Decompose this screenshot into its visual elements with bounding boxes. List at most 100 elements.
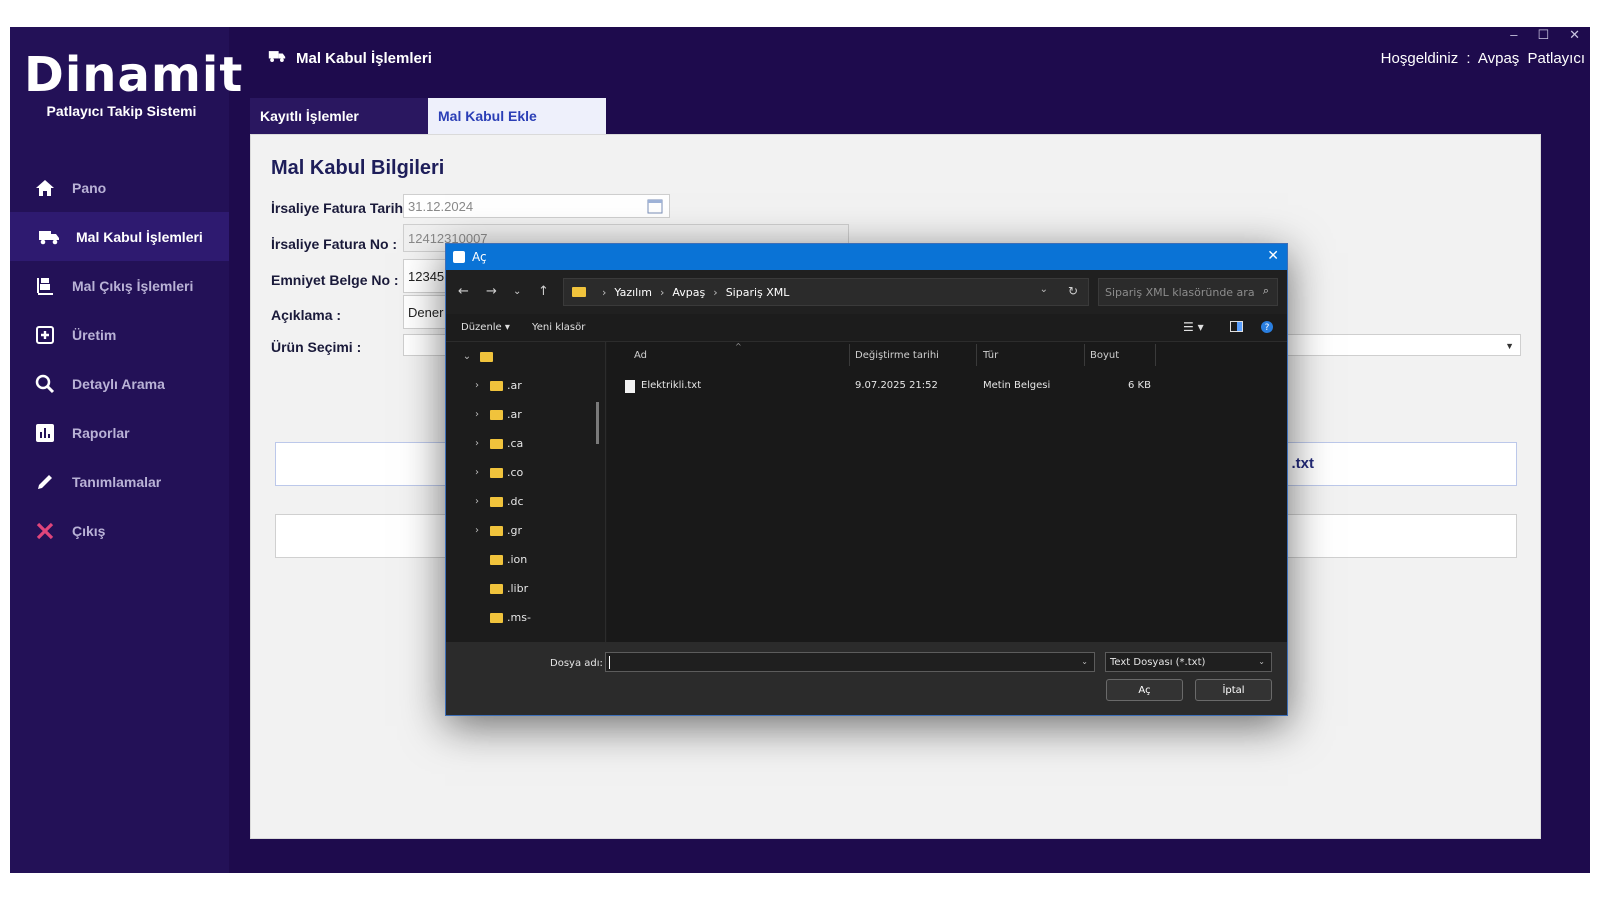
column-name[interactable]: Ad (634, 350, 647, 370)
calendar-icon[interactable] (647, 198, 663, 217)
plus-square-icon (34, 324, 56, 346)
logo-subtitle: Patlayıcı Takip Sistemi (46, 103, 197, 119)
file-type-filter[interactable]: Text Dosyası (*.txt) ⌄ (1105, 652, 1272, 672)
maximize-button[interactable]: ☐ (1537, 27, 1549, 43)
breadcrumb-item[interactable]: Yazılım (614, 286, 652, 299)
chevron-right-icon: › (713, 285, 718, 299)
chevron-right-icon: › (475, 380, 479, 391)
sidebar-item-cikis[interactable]: Çıkış (10, 506, 229, 555)
view-list-icon[interactable]: ☰ ▾ (1183, 320, 1204, 334)
sidebar-item-detayli-arama[interactable]: Detaylı Arama (10, 359, 229, 408)
forward-arrow-icon[interactable]: → (486, 284, 497, 299)
security-doc-value: 12345 (408, 268, 445, 284)
new-folder-button[interactable]: Yeni klasör (532, 322, 585, 333)
column-divider[interactable] (1084, 344, 1085, 366)
dialog-toolbar: Düzenle ▾ Yeni klasör ☰ ▾ ? (446, 314, 1287, 342)
folder-icon (490, 409, 503, 420)
tree-item[interactable]: › .ar (446, 371, 605, 400)
chevron-down-icon[interactable]: ⌄ (1081, 657, 1088, 666)
up-arrow-icon[interactable]: ↑ (538, 284, 549, 299)
column-modified[interactable]: Değiştirme tarihi (855, 350, 939, 370)
refresh-icon[interactable]: ↻ (1068, 284, 1078, 298)
breadcrumb-item[interactable]: Sipariş XML (726, 286, 790, 299)
sidebar-item-label: Tanımlamalar (72, 473, 162, 490)
invoice-label: İrsaliye Fatura No : (271, 236, 398, 252)
folder-icon (490, 467, 503, 478)
tree-item[interactable]: › .gr (446, 516, 605, 545)
folder-icon (490, 583, 503, 594)
chevron-right-icon: › (475, 467, 479, 478)
sidebar-item-label: Pano (72, 179, 107, 196)
date-value: 31.12.2024 (408, 198, 474, 214)
tree-item[interactable]: › .dc (446, 487, 605, 516)
tree-item[interactable]: › .co (446, 458, 605, 487)
address-bar[interactable]: › Yazılım › Avpaş › Sipariş XML ⌄ ↻ (563, 278, 1089, 306)
tree-root[interactable]: ⌄ (446, 342, 605, 371)
description-label: Açıklama : (271, 307, 342, 323)
pencil-icon (34, 471, 56, 493)
sidebar-item-label: Detaylı Arama (72, 375, 165, 392)
back-arrow-icon[interactable]: ← (458, 284, 469, 299)
welcome-text: Hoşgeldiniz : Avpaş Patlayıcı (1380, 50, 1585, 67)
folder-icon (480, 351, 493, 362)
preview-pane-icon[interactable] (1230, 321, 1243, 335)
search-input[interactable]: Sipariş XML klasöründe ara ⌕ (1098, 278, 1278, 306)
sort-up-icon: ^ (735, 342, 742, 351)
logo-text: Dinamit (24, 47, 244, 103)
description-value: Dener (408, 304, 444, 320)
breadcrumb-item[interactable]: Avpaş (672, 286, 705, 299)
chevron-down-icon: ▼ (1505, 341, 1514, 351)
tree-item[interactable]: › .ca (446, 429, 605, 458)
close-icon (34, 520, 56, 542)
sidebar-item-pano[interactable]: Pano (10, 163, 229, 212)
filename-input[interactable]: ⌄ (605, 652, 1095, 672)
close-window-button[interactable]: ✕ (1569, 27, 1580, 43)
sidebar-item-tanimlamalar[interactable]: Tanımlamalar (10, 457, 229, 506)
section-title: Mal Kabul Bilgileri (271, 157, 445, 179)
column-divider[interactable] (976, 344, 977, 366)
open-button[interactable]: Aç (1106, 679, 1183, 701)
folder-icon (572, 287, 586, 297)
tree-item[interactable]: .ms- (446, 603, 605, 632)
folder-icon (490, 496, 503, 507)
svg-text:?: ? (1265, 323, 1270, 333)
open-file-dialog: Aç ✕ ← → ⌄ ↑ › Yazılım › Avpaş › Sipariş… (445, 243, 1288, 716)
truck-icon (268, 49, 286, 67)
file-size: 6 KB (1128, 380, 1151, 391)
sidebar-item-uretim[interactable]: Üretim (10, 310, 229, 359)
folder-icon (490, 612, 503, 623)
cancel-button[interactable]: İptal (1195, 679, 1272, 701)
sidebar-item-mal-kabul[interactable]: Mal Kabul İşlemleri (10, 212, 229, 261)
chevron-right-icon: › (475, 496, 479, 507)
address-dropdown-icon[interactable]: ⌄ (1040, 284, 1048, 295)
column-divider[interactable] (1155, 344, 1156, 366)
folder-tree: ⌄ › .ar › .ar › .ca › .co › .dc › .gr .i… (446, 342, 606, 642)
date-field[interactable]: 31.12.2024 (403, 194, 670, 218)
file-name: Elektrikli.txt (641, 380, 702, 391)
help-icon[interactable]: ? (1261, 321, 1273, 336)
sidebar-item-label: Raporlar (72, 424, 130, 441)
minimize-button[interactable]: – (1510, 27, 1517, 43)
sidebar-item-mal-cikis[interactable]: Mal Çıkış İşlemleri (10, 261, 229, 310)
recent-chevron-icon[interactable]: ⌄ (513, 286, 521, 297)
tree-item[interactable]: .ion (446, 545, 605, 574)
tab-mal-kabul-ekle[interactable]: Mal Kabul Ekle (428, 98, 606, 134)
dialog-navbar: ← → ⌄ ↑ › Yazılım › Avpaş › Sipariş XML … (446, 270, 1287, 314)
file-type: Metin Belgesi (983, 380, 1051, 391)
file-modified: 9.07.2025 21:52 (855, 380, 938, 391)
sidebar-nav: Pano Mal Kabul İşlemleri Mal Çıkış İşlem… (10, 163, 229, 555)
column-type[interactable]: Tür (983, 350, 998, 370)
dialog-close-icon[interactable]: ✕ (1267, 248, 1279, 264)
column-divider[interactable] (849, 344, 850, 366)
tree-scrollbar[interactable] (596, 402, 599, 444)
chevron-right-icon: › (475, 409, 479, 420)
tree-item[interactable]: .libr (446, 574, 605, 603)
sidebar-item-raporlar[interactable]: Raporlar (10, 408, 229, 457)
sidebar-item-label: Mal Kabul İşlemleri (76, 228, 203, 245)
file-row[interactable]: Elektrikli.txt 9.07.2025 21:52 Metin Bel… (607, 376, 1287, 396)
tree-item[interactable]: › .ar (446, 400, 605, 429)
text-file-icon (625, 380, 635, 393)
tab-kayitli-islemler[interactable]: Kayıtlı İşlemler (250, 98, 428, 134)
organize-button[interactable]: Düzenle ▾ (461, 322, 510, 333)
column-size[interactable]: Boyut (1090, 350, 1119, 370)
